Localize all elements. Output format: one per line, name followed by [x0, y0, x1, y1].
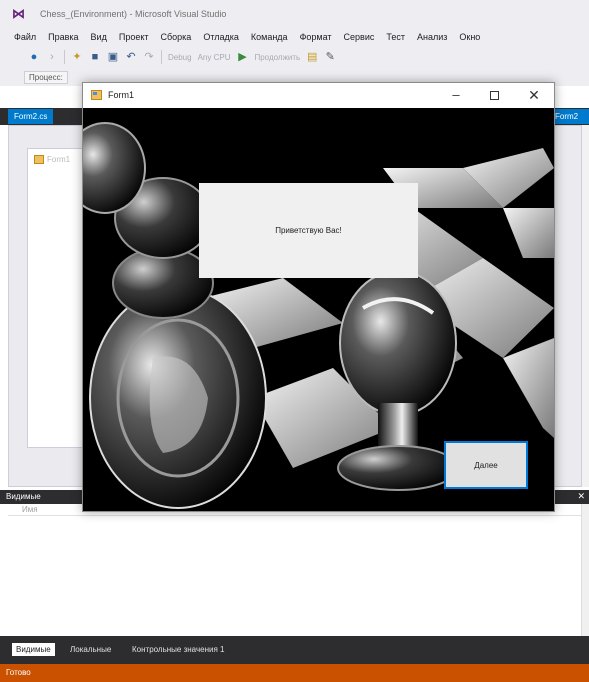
menu-debug[interactable]: Отладка [197, 32, 245, 42]
vs-toolbar: ● › ✦ ■ ▣ ↶ ↷ Debug Any CPU ▶ Продолжить… [0, 46, 589, 68]
doc-tab-form2-cs[interactable]: Form2.cs [8, 109, 54, 124]
form1-titlebar[interactable]: Form1 – ✕ [83, 83, 554, 108]
form1-window: Form1 – ✕ Приветствую Вас! Далее [82, 82, 555, 512]
form-icon [34, 155, 44, 164]
maximize-icon [489, 91, 499, 101]
status-text: Готово [6, 668, 31, 677]
greeting-label: Приветствую Вас! [275, 226, 342, 235]
menu-analyze[interactable]: Анализ [411, 32, 453, 42]
toolbar-separator [64, 50, 65, 64]
toolbox-icon[interactable]: ▤ [306, 51, 318, 63]
glass-pawn-right [337, 270, 459, 491]
new-project-icon[interactable]: ✦ [71, 51, 83, 63]
tab-locals[interactable]: Локальные [66, 643, 115, 656]
minimize-button[interactable]: – [441, 83, 471, 108]
menu-file[interactable]: Файл [8, 32, 42, 42]
menu-view[interactable]: Вид [85, 32, 113, 42]
redo-icon[interactable]: ↷ [143, 51, 155, 63]
close-icon[interactable]: ✕ [577, 491, 585, 502]
vs-titlebar: ⋈ Chess_(Environment) - Microsoft Visual… [0, 0, 589, 28]
watch-panel-title: Видимые [6, 492, 41, 501]
tab-autos[interactable]: Видимые [12, 643, 55, 656]
doc-tab-form2-design[interactable]: Form2 [553, 109, 589, 124]
form-icon [91, 90, 102, 100]
close-button[interactable]: ✕ [519, 83, 549, 108]
menu-test[interactable]: Тест [380, 32, 411, 42]
column-name[interactable]: Имя [22, 505, 38, 514]
menu-build[interactable]: Сборка [155, 32, 198, 42]
watch-panel-body[interactable] [8, 516, 581, 636]
continue-button[interactable]: Продолжить [254, 53, 300, 62]
menu-window[interactable]: Окно [453, 32, 486, 42]
solution-config-dropdown[interactable]: Debug [168, 53, 192, 62]
visual-studio-logo-icon: ⋈ [12, 6, 25, 21]
start-icon[interactable]: ▶ [236, 51, 248, 63]
designer-form-label: Form1 [47, 155, 71, 164]
status-bar: Готово [0, 664, 589, 682]
undo-icon[interactable]: ↶ [125, 51, 137, 63]
solution-platform-dropdown[interactable]: Any CPU [198, 53, 231, 62]
properties-icon[interactable]: ✎ [324, 51, 336, 63]
form1-client-area: Приветствую Вас! Далее [83, 108, 554, 511]
forward-icon[interactable]: › [46, 51, 58, 63]
vs-menubar: Файл Правка Вид Проект Сборка Отладка Ко… [0, 28, 589, 46]
menu-project[interactable]: Проект [113, 32, 155, 42]
save-all-icon[interactable]: ▣ [107, 51, 119, 63]
watch-panel-scrollbar[interactable] [581, 504, 589, 636]
menu-edit[interactable]: Правка [42, 32, 84, 42]
greeting-panel: Приветствую Вас! [199, 183, 418, 278]
menu-format[interactable]: Формат [294, 32, 338, 42]
toolbar-separator [161, 50, 162, 64]
save-icon[interactable]: ■ [89, 51, 101, 63]
menu-tools[interactable]: Сервис [338, 32, 381, 42]
menu-team[interactable]: Команда [245, 32, 294, 42]
back-icon[interactable]: ● [28, 51, 40, 63]
editor-scrollbar[interactable] [581, 125, 589, 487]
maximize-button[interactable] [479, 83, 509, 108]
process-label[interactable]: Процесс: [24, 71, 68, 84]
designer-form-tab[interactable]: Form1 [34, 155, 70, 164]
tab-watch-1[interactable]: Контрольные значения 1 [128, 643, 228, 656]
vs-window-title: Chess_(Environment) - Microsoft Visual S… [40, 9, 227, 19]
next-button[interactable]: Далее [444, 441, 528, 489]
watch-panel-tabs: Видимые Локальные Контрольные значения 1 [0, 636, 589, 664]
form1-title: Form1 [108, 90, 135, 100]
